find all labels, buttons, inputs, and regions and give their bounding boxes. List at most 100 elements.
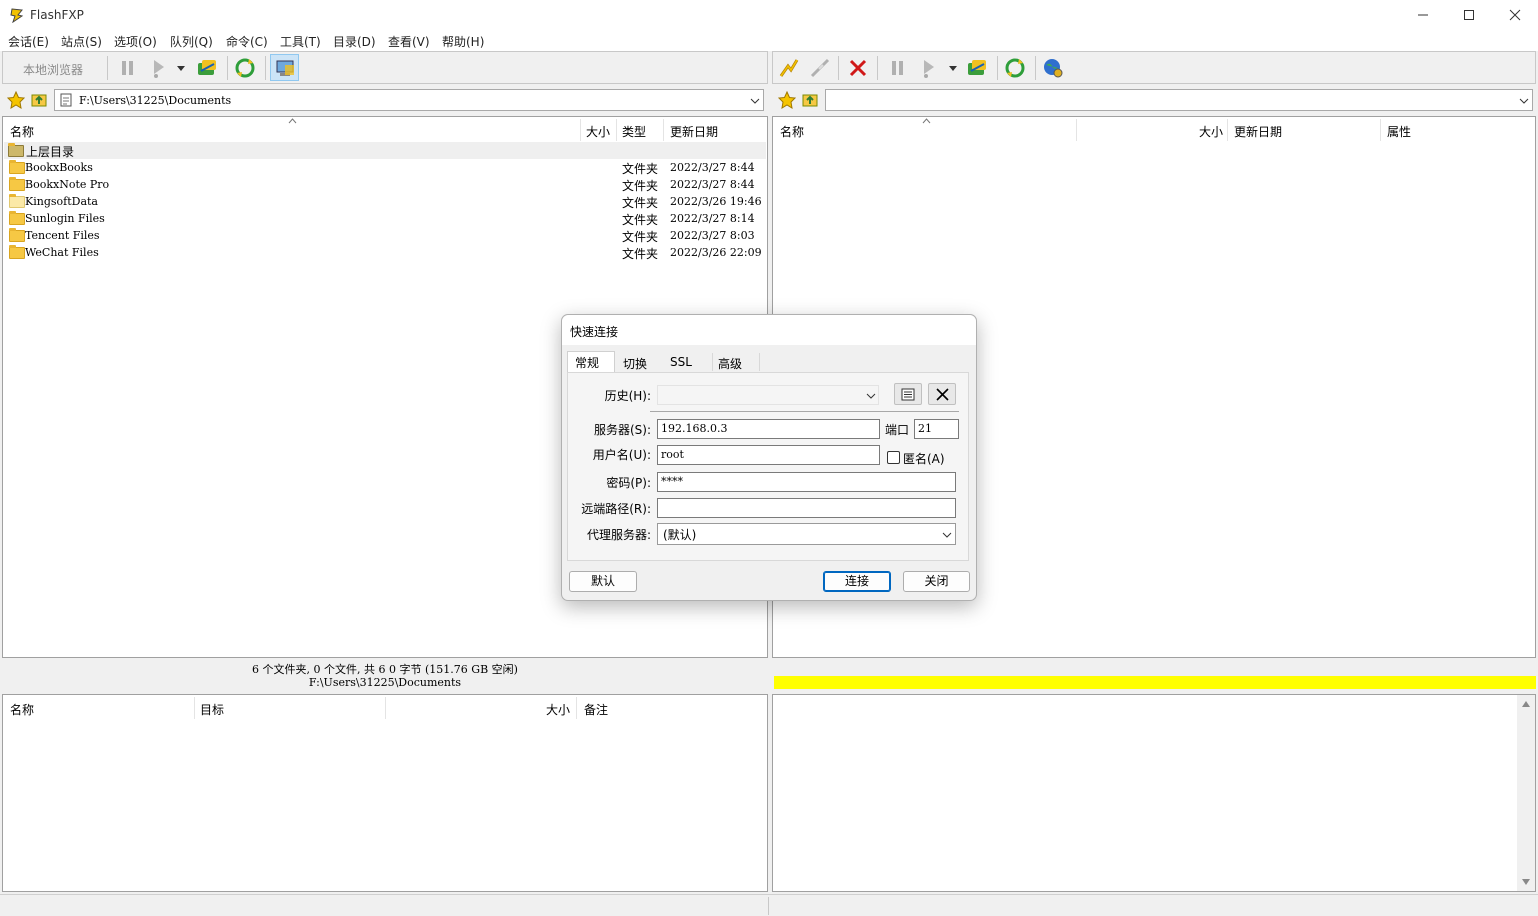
sort-ascending-icon [288,118,297,124]
parent-directory-row[interactable]: 上层目录 [4,142,766,159]
column-divider[interactable] [385,697,386,719]
left-list-header: 名称 大小 类型 更新日期 [3,117,767,143]
menu-options[interactable]: 选项(O) [114,33,157,50]
table-row[interactable]: BookxBooks 文件夹 2022/3/27 8:44 [7,159,767,176]
queue-column-size[interactable]: 大小 [546,701,570,718]
abort-icon[interactable] [847,57,869,79]
folder-icon [9,194,25,208]
column-header-name[interactable]: 名称 [10,123,34,140]
local-panel-toggle[interactable] [270,54,299,81]
disconnect-icon[interactable] [809,57,831,79]
anonymous-checkbox[interactable] [887,451,900,464]
maximize-button[interactable] [1446,0,1492,30]
file-type: 文件夹 [622,196,659,210]
parent-directory-label: 上层目录 [26,145,75,159]
connect-button[interactable]: 连接 [823,571,891,592]
chevron-down-icon[interactable] [949,66,957,72]
column-divider[interactable] [576,697,577,719]
proxy-select[interactable]: (默认) [657,523,956,545]
left-toolbar: 本地浏览器 [2,51,768,84]
column-divider[interactable] [1380,119,1381,141]
left-status-bar: 6 个文件夹, 0 个文件, 共 6 0 字节 (151.76 GB 空闲) F… [2,659,768,690]
history-label: 历史(H): [604,389,651,403]
scroll-up-icon[interactable] [1521,700,1531,708]
folder-icon [9,228,25,242]
up-folder-icon[interactable] [30,91,48,109]
history-select[interactable] [657,385,879,405]
menu-sites[interactable]: 站点(S) [61,33,102,50]
site-manager-button[interactable] [894,383,922,405]
port-label: 端口 [885,423,910,437]
column-header-date[interactable]: 更新日期 [670,123,718,140]
compare-icon[interactable] [966,57,988,79]
compare-icon[interactable] [196,57,218,79]
table-row[interactable]: BookxNote Pro 文件夹 2022/3/27 8:44 [7,176,767,193]
menu-session[interactable]: 会话(E) [8,33,49,50]
favorites-star-icon[interactable] [778,91,796,109]
chevron-down-icon[interactable] [1519,98,1529,104]
toolbar-separator [877,56,878,80]
port-input[interactable]: 21 [914,419,959,439]
local-browser-button[interactable]: 本地浏览器 [23,61,83,78]
column-divider[interactable] [194,697,195,719]
column-divider[interactable] [663,119,664,141]
column-header-type[interactable]: 类型 [622,123,646,140]
password-input[interactable]: **** [657,472,956,492]
table-row[interactable]: KingsoftData 文件夹 2022/3/26 19:46 [7,193,767,210]
scroll-down-icon[interactable] [1521,878,1531,886]
chevron-down-icon[interactable] [177,66,185,72]
column-divider[interactable] [616,119,617,141]
clear-history-button[interactable] [928,383,956,405]
right-path-combo[interactable] [825,89,1533,111]
file-type: 文件夹 [622,213,659,227]
queue-column-target[interactable]: 目标 [200,701,224,718]
column-divider[interactable] [1076,119,1077,141]
up-folder-icon[interactable] [801,91,819,109]
file-name: Sunlogin Files [25,212,105,225]
log-scrollbar[interactable] [1517,695,1535,891]
refresh-icon[interactable] [1004,57,1026,79]
file-type: 文件夹 [622,230,659,244]
tab-general[interactable]: 常规 [567,351,615,373]
file-date: 2022/3/27 8:14 [670,212,755,225]
pause-icon[interactable] [117,57,139,79]
menu-tools[interactable]: 工具(T) [280,33,321,50]
table-row[interactable]: WeChat Files 文件夹 2022/3/26 22:09 [7,244,767,261]
column-header-size[interactable]: 大小 [586,123,610,140]
chevron-down-icon[interactable] [750,98,760,104]
queue-column-note[interactable]: 备注 [584,701,608,718]
column-header-date[interactable]: 更新日期 [1234,123,1282,140]
close-window-button[interactable] [1492,0,1538,30]
column-header-attributes[interactable]: 属性 [1387,123,1411,140]
left-path-combo[interactable]: F:\Users\31225\Documents [54,89,764,111]
column-divider[interactable] [1227,119,1228,141]
connect-icon[interactable] [778,57,800,79]
transfer-icon[interactable] [148,57,170,79]
globe-icon[interactable] [1042,57,1064,79]
table-row[interactable]: Sunlogin Files 文件夹 2022/3/27 8:14 [7,210,767,227]
menu-help[interactable]: 帮助(H) [442,33,484,50]
table-row[interactable]: Tencent Files 文件夹 2022/3/27 8:03 [7,227,767,244]
column-header-size[interactable]: 大小 [1199,123,1223,140]
close-icon [1509,9,1521,21]
server-input[interactable]: 192.168.0.3 [657,419,880,439]
favorites-star-icon[interactable] [7,91,25,109]
queue-column-name[interactable]: 名称 [10,701,34,718]
menu-queue[interactable]: 队列(Q) [170,33,213,50]
minimize-button[interactable] [1400,0,1446,30]
refresh-icon[interactable] [234,57,256,79]
menu-directory[interactable]: 目录(D) [333,33,376,50]
column-divider[interactable] [580,119,581,141]
remote-path-input[interactable] [657,498,956,518]
toolbar-separator [1035,56,1036,80]
transfer-icon[interactable] [918,57,940,79]
flashfxp-logo-icon [10,8,24,23]
menu-commands[interactable]: 命令(C) [226,33,268,50]
pause-icon[interactable] [887,57,909,79]
menu-view[interactable]: 查看(V) [388,33,430,50]
username-input[interactable]: root [657,445,880,465]
default-button[interactable]: 默认 [569,571,637,592]
close-button[interactable]: 关闭 [903,571,970,592]
column-header-name[interactable]: 名称 [780,123,804,140]
left-status-path: F:\Users\31225\Documents [308,676,462,689]
